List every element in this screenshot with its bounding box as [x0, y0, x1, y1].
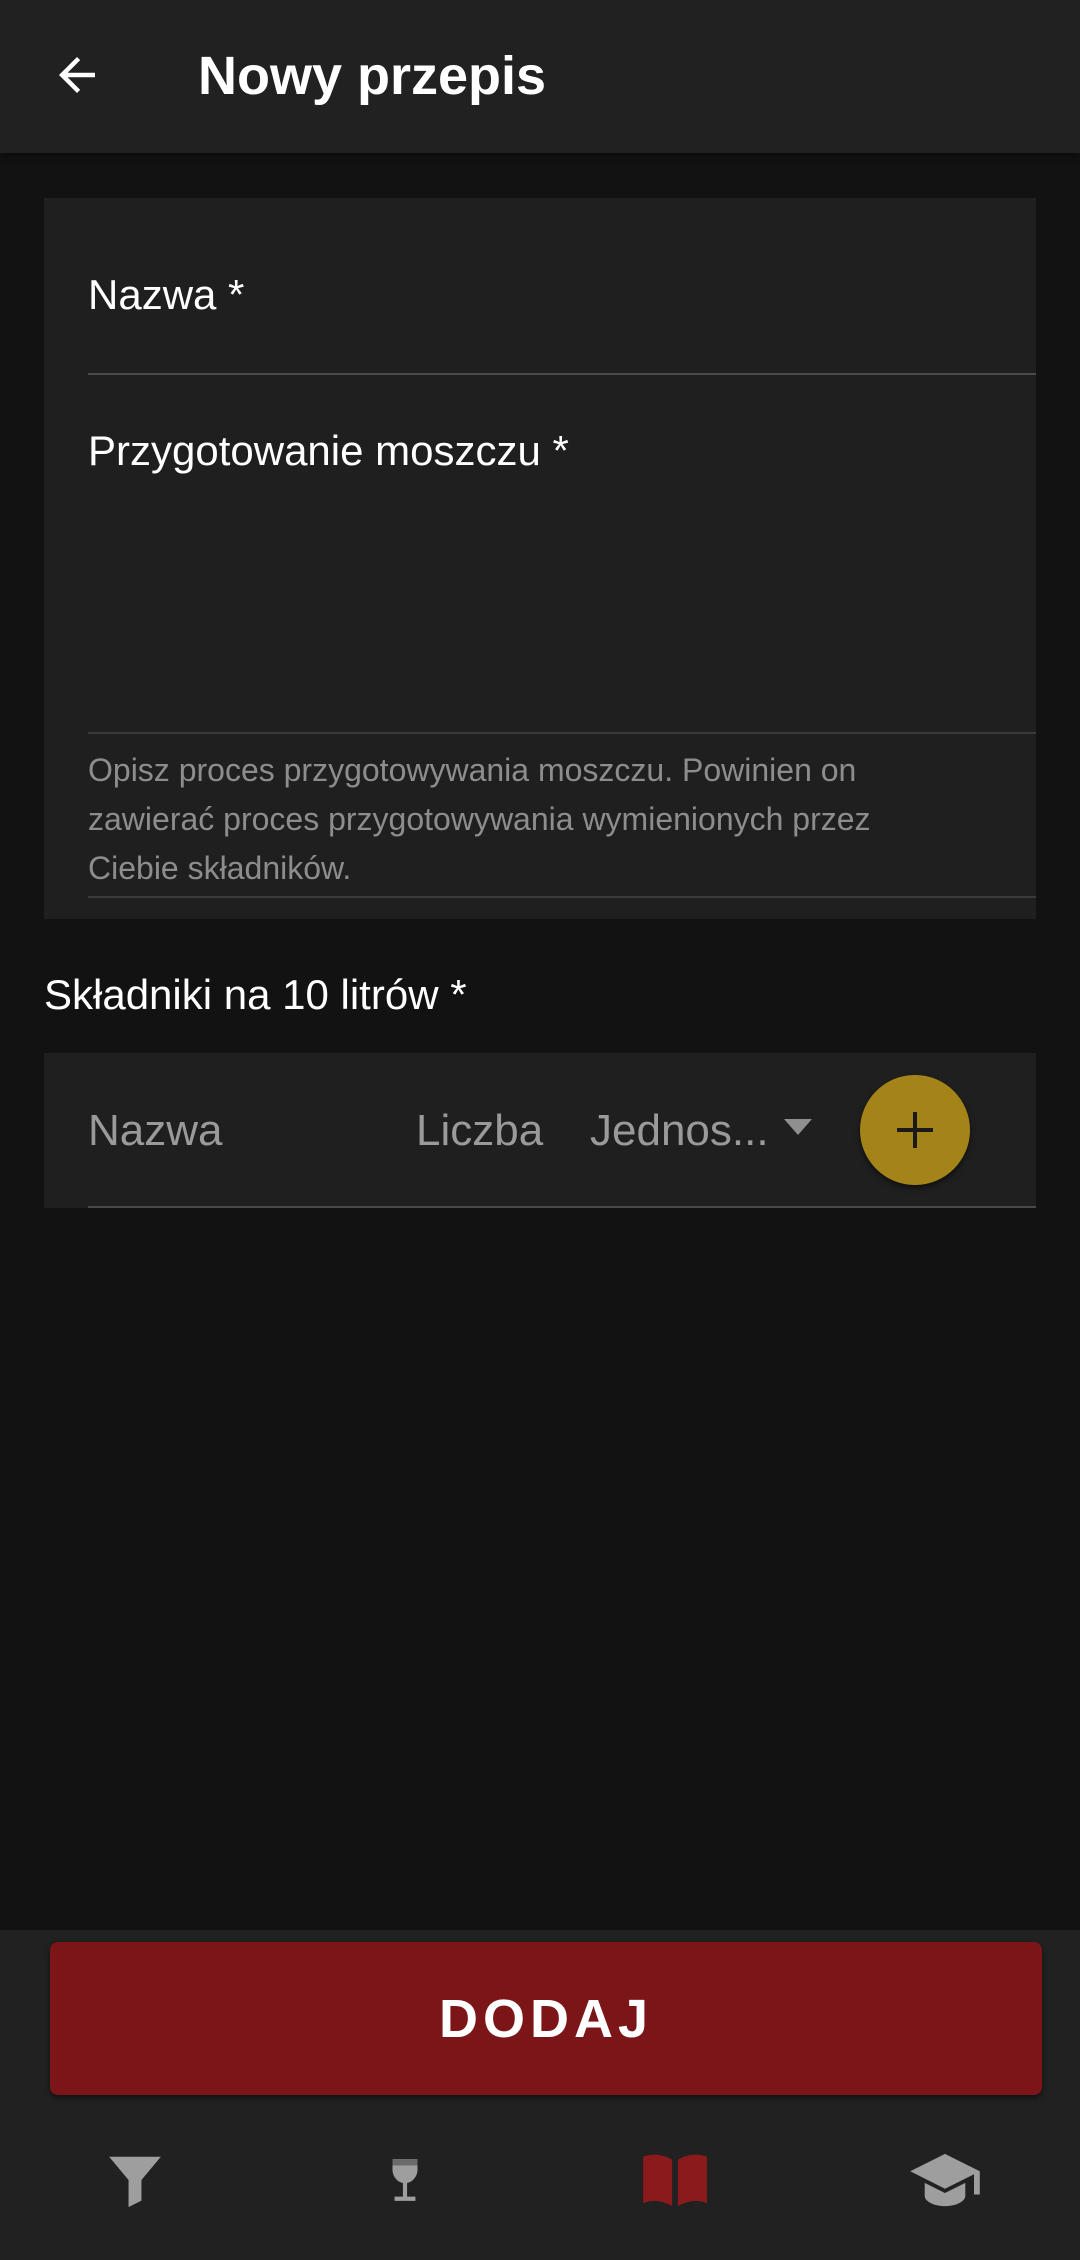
ingredient-unit-select[interactable]: Jednos...	[590, 1105, 769, 1157]
helper-underline	[88, 896, 1036, 898]
book-icon	[643, 2154, 707, 2207]
plus-icon	[897, 1112, 933, 1148]
bottom-area: DODAJ	[0, 1930, 1080, 2260]
arrow-back-icon	[59, 57, 95, 93]
preparation-field-underline	[88, 732, 1036, 734]
name-field[interactable]: Nazwa *	[88, 270, 244, 320]
graduation-cap-icon	[910, 2153, 980, 2207]
nav-item-recipes[interactable]	[625, 2145, 725, 2215]
nav-item-filter[interactable]	[85, 2145, 185, 2215]
preparation-field[interactable]: Przygotowanie moszczu *	[88, 426, 569, 476]
nav-item-wine[interactable]	[355, 2145, 455, 2215]
ingredients-title: Składniki na 10 litrów *	[44, 971, 467, 1018]
wine-glass-icon	[392, 2159, 418, 2201]
ingredient-name-input[interactable]: Nazwa	[88, 1105, 223, 1157]
recipe-form-card: Nazwa * Przygotowanie moszczu * Opisz pr…	[44, 198, 1036, 919]
nav-item-learn[interactable]	[895, 2145, 995, 2215]
ingredient-amount-input[interactable]: Liczba	[416, 1105, 543, 1157]
app-bar: Nowy przepis	[0, 0, 1080, 153]
ingredient-row: Nazwa Liczba Jednos...	[44, 1053, 1036, 1208]
dropdown-arrow-icon[interactable]	[784, 1119, 812, 1135]
back-button[interactable]	[44, 42, 110, 108]
preparation-helper-text: Opisz proces przygotowywania moszczu. Po…	[88, 752, 871, 886]
submit-button[interactable]: DODAJ	[50, 1942, 1042, 2095]
add-ingredient-button[interactable]	[860, 1075, 970, 1185]
name-field-underline	[88, 373, 1036, 375]
ingredient-row-underline	[88, 1206, 1036, 1208]
filter-icon	[109, 2156, 161, 2208]
page-title: Nowy przepis	[198, 46, 547, 106]
